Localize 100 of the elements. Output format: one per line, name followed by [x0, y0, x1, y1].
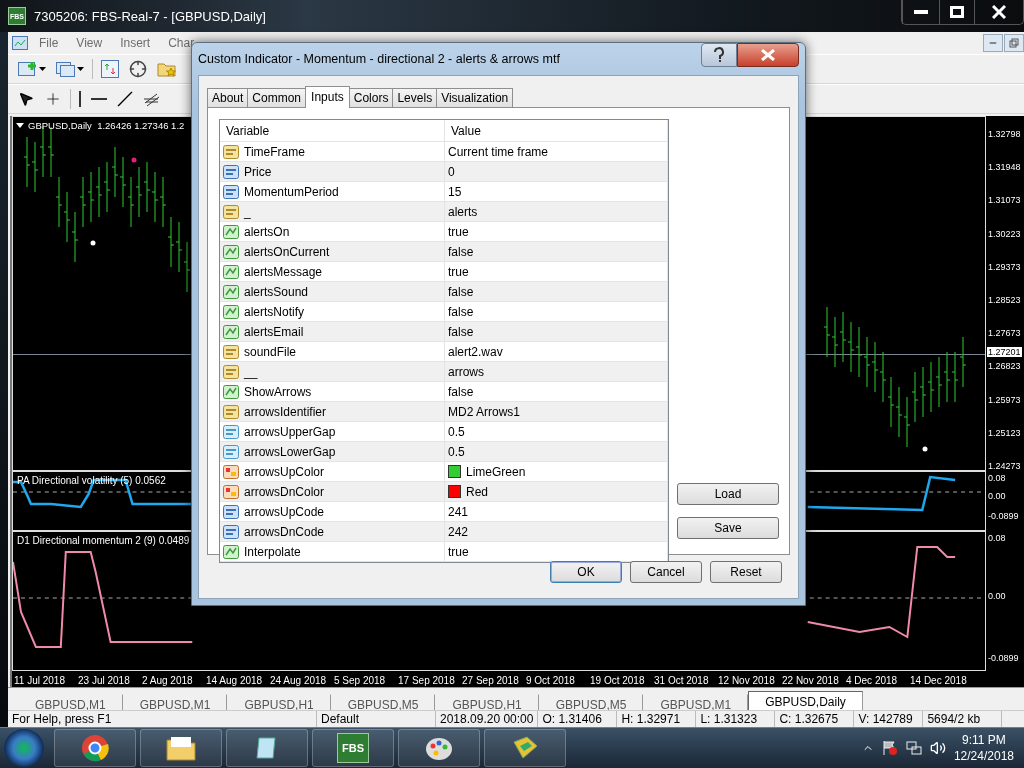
taskbar-app[interactable] — [398, 729, 480, 767]
price-label: 1.30223 — [988, 228, 1021, 239]
value-label: 0.08 — [988, 473, 1006, 483]
dialog-tab[interactable]: Colors — [348, 88, 394, 108]
dialog-tab[interactable]: Visualization — [436, 88, 514, 108]
taskbar-app[interactable] — [484, 729, 566, 767]
price-label: 1.25123 — [988, 427, 1021, 438]
value-cell[interactable]: 0.5 — [445, 442, 668, 461]
value-cell[interactable]: Red — [445, 482, 668, 501]
folder-icon — [166, 735, 196, 761]
taskbar-app[interactable] — [54, 729, 136, 767]
dialog-button[interactable]: Cancel — [630, 561, 702, 583]
color-type-icon — [223, 464, 239, 479]
variable-cell[interactable]: alertsSound — [220, 282, 445, 301]
variable-cell[interactable]: _ — [220, 202, 445, 221]
dialog-button[interactable]: Reset — [710, 561, 782, 583]
start-button[interactable] — [4, 729, 44, 767]
date-label: 14 Aug 2018 — [206, 675, 264, 687]
cursor-icon — [18, 91, 34, 107]
dialog-tab[interactable]: Levels — [392, 88, 438, 108]
dialog-tab[interactable]: About — [207, 88, 249, 108]
clock[interactable]: 9:11 PM 12/24/2018 — [953, 733, 1014, 763]
flag-icon[interactable] — [881, 740, 898, 756]
variable-cell[interactable]: arrowsUpperGap — [220, 422, 445, 441]
variable-cell[interactable]: arrowsDnCode — [220, 522, 445, 541]
side-button[interactable]: Load — [677, 483, 779, 505]
browser-icon — [81, 734, 109, 762]
taskbar-app[interactable] — [140, 729, 222, 767]
taskbar-app[interactable]: FBS — [312, 729, 394, 767]
network-icon[interactable] — [905, 740, 922, 756]
value-cell[interactable]: 242 — [445, 522, 668, 541]
value-cell[interactable]: arrows — [445, 362, 668, 381]
price-label: 1.24273 — [988, 461, 1021, 471]
value-cell[interactable]: false — [445, 282, 668, 301]
variable-cell[interactable]: arrowsUpColor — [220, 462, 445, 481]
variable-cell[interactable]: __ — [220, 362, 445, 381]
variable-cell[interactable]: alertsOnCurrent — [220, 242, 445, 261]
date-label: 9 Oct 2018 — [526, 675, 576, 687]
double-type-icon — [223, 444, 239, 459]
value-label: 0.00 — [988, 591, 1006, 601]
variable-cell[interactable]: arrowsUpCode — [220, 502, 445, 521]
value-cell[interactable]: true — [445, 222, 668, 241]
value-cell[interactable]: alerts — [445, 202, 668, 221]
value-cell[interactable]: false — [445, 242, 668, 261]
value-cell[interactable]: 241 — [445, 502, 668, 521]
variable-cell[interactable]: arrowsDnColor — [220, 482, 445, 501]
variable-cell[interactable]: MomentumPeriod — [220, 182, 445, 201]
crosshair-icon — [44, 90, 62, 108]
menu-item[interactable]: Insert — [113, 36, 158, 50]
trendline-button[interactable] — [115, 89, 135, 109]
value-cell[interactable]: 15 — [445, 182, 668, 201]
dropdown-icon — [16, 123, 24, 128]
chart-header: GBPUSD,Daily 1.26426 1.27346 1.2 — [16, 120, 185, 131]
vertical-line-icon — [79, 91, 81, 107]
date-label: 22 Nov 2018 — [782, 675, 840, 687]
variable-cell[interactable]: soundFile — [220, 342, 445, 361]
value-cell[interactable]: Current time frame — [445, 142, 668, 161]
taskbar-app[interactable] — [226, 729, 308, 767]
variable-cell[interactable]: alertsNotify — [220, 302, 445, 321]
string-type-icon — [223, 364, 239, 379]
value-cell[interactable]: true — [445, 262, 668, 281]
date-label: 31 Oct 2018 — [654, 675, 710, 687]
bool-type-icon — [223, 384, 239, 399]
window-title: 7305206: FBS-Real-7 - [GBPUSD,Daily] — [34, 8, 266, 24]
dialog-title: Custom Indicator - Momentum - directional 2 - alerts & arrows mtf — [198, 52, 560, 66]
dialog-tab[interactable]: Inputs — [305, 86, 350, 108]
variable-cell[interactable]: TimeFrame — [220, 142, 445, 161]
help-button[interactable] — [701, 43, 737, 67]
menu-item[interactable]: View — [69, 36, 110, 50]
crosshair-button[interactable] — [127, 58, 149, 80]
variable-cell[interactable]: alertsOn — [220, 222, 445, 241]
dialog-button[interactable]: OK — [550, 561, 622, 583]
variable-cell[interactable]: arrowsLowerGap — [220, 442, 445, 461]
menu-item[interactable]: File — [32, 36, 66, 50]
variable-cell[interactable]: ShowArrows — [220, 382, 445, 401]
value-cell[interactable]: LimeGreen — [445, 462, 668, 481]
market-watch-button[interactable] — [99, 58, 121, 80]
variable-cell[interactable]: arrowsIdentifier — [220, 402, 445, 421]
value-cell[interactable]: 0.5 — [445, 422, 668, 441]
date-label: 5 Sep 2018 — [334, 675, 387, 687]
value-cell[interactable]: alert2.wav — [445, 342, 668, 361]
price-label: 1.32798 — [988, 129, 1021, 139]
variable-cell[interactable]: alertsEmail — [220, 322, 445, 341]
dialog-tab[interactable]: Common — [247, 88, 307, 108]
restore-button[interactable] — [1004, 34, 1024, 52]
side-button[interactable]: Save — [677, 517, 779, 539]
variable-cell[interactable]: Price — [220, 162, 445, 181]
value-cell[interactable]: MD2 Arrows1 — [445, 402, 668, 421]
value-cell[interactable]: 0 — [445, 162, 668, 181]
price-label: 1.28523 — [988, 295, 1021, 305]
speaker-icon[interactable] — [929, 740, 946, 756]
variable-cell[interactable]: Interpolate — [220, 542, 445, 561]
close-button[interactable] — [737, 43, 799, 67]
variable-cell[interactable]: alertsMessage — [220, 262, 445, 281]
value-cell[interactable]: false — [445, 302, 668, 321]
date-label: 4 Dec 2018 — [846, 675, 899, 687]
value-cell[interactable]: false — [445, 322, 668, 341]
chart-tab[interactable]: GBPUSD,Daily — [748, 691, 863, 710]
date-label: 12 Nov 2018 — [718, 675, 776, 687]
value-cell[interactable]: false — [445, 382, 668, 401]
